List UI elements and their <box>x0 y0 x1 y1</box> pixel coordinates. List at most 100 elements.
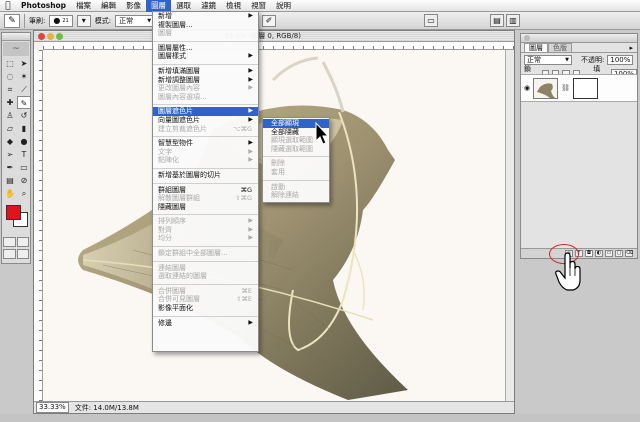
blur-tool-icon[interactable]: ◆ <box>3 135 17 148</box>
chevron-down-icon: ▼ <box>147 17 152 24</box>
type-tool-icon[interactable]: T <box>17 148 31 161</box>
layer-thumbnail[interactable] <box>533 77 559 99</box>
menu-item-4[interactable]: 圖層 <box>146 0 172 12</box>
healing-brush-icon[interactable]: ✚ <box>3 96 17 109</box>
layer-menu-item[interactable]: 新增基於圖層的切片 <box>153 171 258 180</box>
crop-tool-icon[interactable]: ⌗ <box>3 83 17 96</box>
tools-grid: ⬚ ➤ ◌ ✶ ⌗ ⟋ ✚ ✎ ♙ ↺ ▱ ▮ ◆ ● ➢ T ✒ ▭ ▤ ⊘ … <box>2 57 31 200</box>
tab-channels[interactable]: 色版 <box>548 43 572 52</box>
layers-panel-titlebar[interactable] <box>521 34 637 43</box>
mode-label: 模式: <box>94 16 112 25</box>
pen-tool-icon[interactable]: ✒ <box>3 161 17 174</box>
menu-item-3[interactable]: 影像 <box>121 0 146 12</box>
palette-well-icon[interactable]: ▤ <box>490 14 504 27</box>
dodge-tool-icon[interactable]: ● <box>17 135 31 148</box>
horizontal-ruler[interactable] <box>43 42 514 50</box>
delete-layer-icon[interactable]: ⌫ <box>625 250 633 257</box>
marquee-tool-icon[interactable]: ⬚ <box>3 57 17 70</box>
layer-menu-item[interactable]: 新增填滿圖層 ▶ <box>153 67 258 76</box>
jump-to-imageready-icon[interactable] <box>16 249 29 259</box>
new-group-icon[interactable]: ▭ <box>605 250 613 257</box>
vertical-scrollbar[interactable] <box>505 50 514 401</box>
mask-link-icon[interactable]: ⛓ <box>561 84 570 92</box>
move-tool-icon[interactable]: ➤ <box>17 57 31 70</box>
panel-menu-icon[interactable]: ▸ <box>629 44 633 52</box>
layer-menu-item-label: 文字 <box>158 147 172 156</box>
document-title: 33.3% (圖層 0, RGB/8) <box>224 32 301 40</box>
menu-item-5[interactable]: 選取 <box>171 0 196 12</box>
history-brush-icon[interactable]: ↺ <box>17 109 31 122</box>
layer-mask-thumbnail[interactable] <box>573 77 598 99</box>
tab-layers[interactable]: 圖層 <box>524 43 548 52</box>
file-size-info[interactable]: 文件: 14.0M/13.8M <box>75 403 139 413</box>
shape-tool-icon[interactable]: ▭ <box>17 161 31 174</box>
layer-menu-item-label: 合併可見圖層 <box>158 295 200 304</box>
airbrush-icon[interactable]: ✐ <box>262 14 276 27</box>
layer-menu-item-label: 點陣化 <box>158 156 179 165</box>
zoom-level-field[interactable]: 33.33% <box>36 402 69 413</box>
file-browser-icon[interactable]: ▭ <box>424 14 438 27</box>
menu-item-8[interactable]: 視窗 <box>246 0 271 12</box>
options-bar: ✎ 筆刷: ● 21 ▾ 模式: 正常 ▼ ✐ ▭ ▤ ▥ <box>0 12 640 30</box>
layer-menu-item[interactable]: 圖層樣式 ▶ <box>153 52 258 61</box>
palette-well-icon-2[interactable]: ▥ <box>506 14 520 27</box>
vertical-ruler[interactable] <box>34 50 43 401</box>
layer-row[interactable]: ◉ ⛓ <box>521 74 637 102</box>
eraser-tool-icon[interactable]: ▱ <box>3 122 17 135</box>
brush-tool-icon[interactable]: ✎ <box>17 96 31 109</box>
menu-item-7[interactable]: 檢視 <box>221 0 246 12</box>
clone-stamp-icon[interactable]: ♙ <box>3 109 17 122</box>
slice-tool-icon[interactable]: ⟋ <box>17 83 31 96</box>
layer-menu-item[interactable]: 圖層遮色片 ▶ <box>153 107 258 116</box>
menu-item-1[interactable]: 檔案 <box>71 0 96 12</box>
magic-wand-tool-icon[interactable]: ✶ <box>17 70 31 83</box>
bottom-strip <box>0 414 640 422</box>
layer-menu-item[interactable]: 影像平面化 <box>153 304 258 313</box>
layer-menu-item: 連結圖層 <box>153 264 258 273</box>
layer-menu-item[interactable]: 隱藏圖層 <box>153 203 258 212</box>
path-selection-icon[interactable]: ➢ <box>3 148 17 161</box>
layer-menu-item-label: 新增填滿圖層 <box>158 66 200 75</box>
add-layer-mask-icon[interactable]: ◘ <box>585 250 593 257</box>
layer-menu-item[interactable]: 修邊 ▶ <box>153 319 258 328</box>
hand-tool-icon[interactable]: ✋ <box>3 187 17 200</box>
standard-mode-icon[interactable] <box>3 237 16 247</box>
layer-menu-item[interactable]: 新增調整圖層 ▶ <box>153 76 258 85</box>
screen-mode-icon[interactable] <box>3 249 16 259</box>
layer-menu-item: 鎖定群組中全部圖層... <box>153 249 258 258</box>
brush-panel-toggle-icon[interactable]: ▾ <box>76 14 91 27</box>
menu-item-2[interactable]: 編輯 <box>96 0 121 12</box>
layer-menu-item[interactable]: 智慧型物件 ▶ <box>153 139 258 148</box>
opacity-input[interactable]: 100% <box>607 55 634 65</box>
brush-picker[interactable]: ● 21 <box>49 14 73 27</box>
notes-tool-icon[interactable]: ▤ <box>3 174 17 187</box>
layer-menu-item[interactable]: 複製圖層... <box>153 21 258 30</box>
eyedropper-tool-icon[interactable]: ⊘ <box>17 174 31 187</box>
zoom-tool-icon[interactable]: ⌕ <box>17 187 31 200</box>
apple-icon[interactable]:  <box>0 0 16 12</box>
panel-close-icon[interactable] <box>524 35 530 41</box>
mode-select[interactable]: 正常 ▼ <box>115 14 156 27</box>
gradient-tool-icon[interactable]: ▮ <box>17 122 31 135</box>
adjustment-layer-icon[interactable]: ◐ <box>595 250 603 257</box>
menu-item-6[interactable]: 濾鏡 <box>196 0 221 12</box>
layer-menu-item[interactable]: 群組圖層 ⌘G <box>153 186 258 195</box>
foreground-color-swatch[interactable] <box>6 205 21 220</box>
eye-icon[interactable]: ◉ <box>524 84 530 92</box>
layer-menu-item: 建立剪裁遮色片 ⌥⌘G <box>153 125 258 134</box>
layer-menu-item[interactable]: 新增 ▶ <box>153 12 258 21</box>
brush-tool-preset-icon[interactable]: ✎ <box>4 13 20 28</box>
toolbox-titlebar[interactable] <box>2 33 30 41</box>
layer-menu-item[interactable]: 向量圖遮色片 ▶ <box>153 116 258 125</box>
menu-shortcut: ⌥⌘G <box>232 124 252 133</box>
new-layer-icon[interactable]: ▢ <box>615 250 623 257</box>
photoshop-feather-icon[interactable]: ~ <box>3 42 29 56</box>
lasso-tool-icon[interactable]: ◌ <box>3 70 17 83</box>
submenu-arrow-icon: ▶ <box>248 107 253 115</box>
menu-app[interactable]: Photoshop <box>16 0 71 12</box>
image-canvas[interactable] <box>43 50 505 401</box>
document-window: 33.3% (圖層 0, RGB/8) 33.33% 文件: 14.0M/13.… <box>33 30 515 414</box>
document-titlebar[interactable]: 33.3% (圖層 0, RGB/8) <box>34 31 514 42</box>
menu-item-9[interactable]: 說明 <box>271 0 296 12</box>
quick-mask-mode-icon[interactable] <box>16 237 29 247</box>
